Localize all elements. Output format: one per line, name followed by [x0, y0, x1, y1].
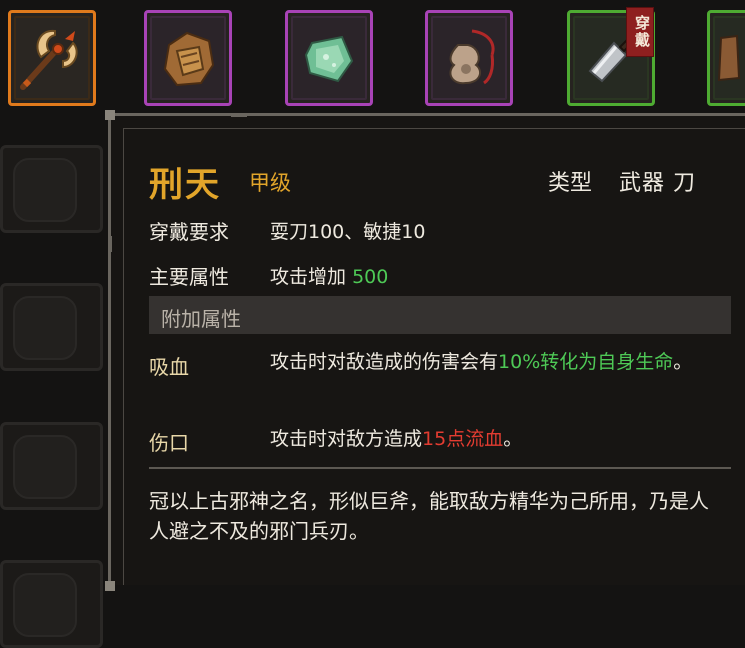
bonus-text-end: 。	[673, 351, 693, 373]
requirement-label: 穿戴要求	[149, 220, 229, 244]
divider	[149, 467, 731, 469]
empty-slot[interactable]	[0, 560, 103, 648]
jade-stone-icon	[304, 35, 354, 83]
empty-slot[interactable]	[0, 283, 103, 371]
item-flavor-text: 冠以上古邪神之名，形似巨斧，能取敌方精华为己所用，乃是人人避之不及的邪门兵刃。	[149, 489, 709, 543]
item-grade: 甲级	[249, 171, 291, 195]
armor-icon	[163, 31, 215, 87]
inventory-slot-cleaver[interactable]: 穿戴	[567, 7, 655, 106]
requirement-value: 耍刀100、敏捷10	[270, 221, 426, 243]
inventory-slot-jade[interactable]	[285, 10, 373, 106]
extra-attributes-header: 附加属性	[149, 296, 731, 334]
empty-slot[interactable]	[0, 145, 103, 233]
empty-slot[interactable]	[0, 422, 103, 510]
battle-axe-icon	[20, 29, 78, 90]
bonus-text: 攻击时对敌方造成	[270, 428, 423, 450]
bonus-text-wound: 攻击时对敌方造成15点流血。	[270, 424, 720, 454]
bonus-text-end: 。	[503, 428, 523, 450]
inventory-slot-partial[interactable]	[707, 10, 745, 106]
inventory-slot-gourd[interactable]	[425, 10, 513, 106]
item-tooltip: 刑天 甲级 类型 武器 刀 穿戴要求 耍刀100、敏捷10 主要属性 攻击增加 …	[105, 110, 745, 591]
bonus-text: 攻击时对敌造成的伤害会有	[270, 351, 499, 373]
gourd-pouch-icon	[449, 29, 495, 85]
item-type-value: 武器 刀	[619, 171, 696, 196]
bonus-text-lifesteal: 攻击时对敌造成的伤害会有10%转化为自身生命。	[270, 347, 720, 377]
bonus-label-wound: 伤口	[149, 431, 189, 455]
bonus-highlight: 15点流血	[422, 428, 504, 450]
partial-item-icon	[717, 34, 741, 82]
main-attribute-number: 500	[352, 266, 389, 288]
inventory-slot-armor[interactable]	[144, 10, 232, 106]
item-type-label: 类型	[548, 171, 593, 196]
main-attribute-text: 攻击增加	[270, 266, 347, 288]
inventory-slot-axe[interactable]	[8, 10, 96, 106]
main-attribute-value: 攻击增加 500	[270, 262, 388, 289]
extra-attributes-title: 附加属性	[161, 307, 241, 331]
main-attribute-label: 主要属性	[149, 265, 229, 289]
bonus-highlight: 10%转化为自身生命	[498, 351, 674, 373]
equipped-badge: 穿戴	[626, 7, 654, 57]
item-name: 刑天	[149, 165, 221, 205]
bonus-label-lifesteal: 吸血	[149, 355, 189, 379]
